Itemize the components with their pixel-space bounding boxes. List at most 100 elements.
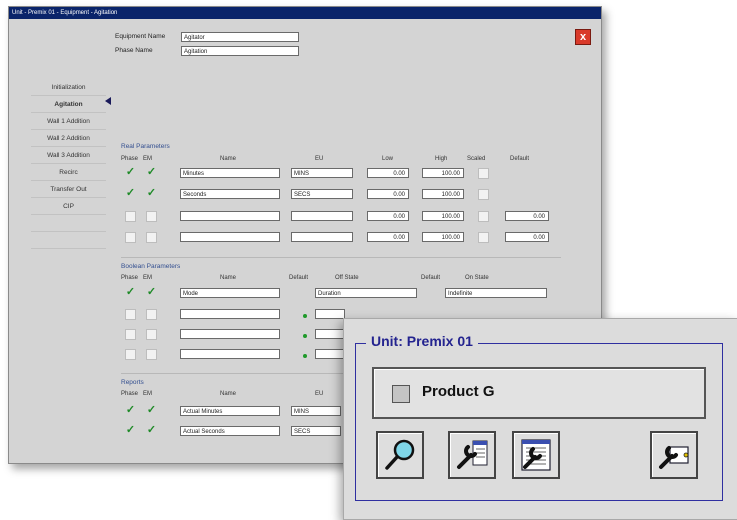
phase-checkbox[interactable] xyxy=(125,329,136,340)
nav-item-wall-1[interactable]: Wall 1 Addition xyxy=(31,113,106,130)
nav-item-recirc[interactable]: Recirc xyxy=(31,164,106,181)
magnifier-icon xyxy=(385,439,415,470)
col-em: EM xyxy=(143,391,152,397)
window-title: Unit - Premix 01 - Equipment - Agitation xyxy=(9,7,601,19)
em-check-icon[interactable]: ✓ xyxy=(146,287,157,298)
bool-params-title: Boolean Parameters xyxy=(121,263,181,270)
em-checkbox[interactable] xyxy=(146,309,157,320)
real-high-field[interactable]: 100.00 xyxy=(422,232,464,242)
phase-list-button[interactable] xyxy=(512,431,560,479)
em-checkbox[interactable] xyxy=(146,349,157,360)
device-config-button[interactable] xyxy=(650,431,698,479)
phase-check-icon[interactable]: ✓ xyxy=(125,425,136,436)
on-state-field[interactable]: Indefinite xyxy=(445,288,547,298)
col-em: EM xyxy=(143,156,152,162)
bool-name-field[interactable] xyxy=(180,329,280,339)
col-high: High xyxy=(435,156,448,162)
col-default-2: Default xyxy=(421,275,441,281)
equipment-config-button[interactable] xyxy=(448,431,496,479)
phase-check-icon[interactable]: ✓ xyxy=(125,167,136,178)
phase-nav-list: Initialization Agitation Wall 1 Addition… xyxy=(31,79,106,249)
report-eu-field[interactable]: MINS xyxy=(291,406,341,416)
nav-item-empty xyxy=(31,215,106,232)
em-checkbox[interactable] xyxy=(146,211,157,222)
col-eu: EU xyxy=(315,156,324,162)
nav-item-empty xyxy=(31,232,106,249)
scaled-checkbox[interactable] xyxy=(478,232,489,243)
em-check-icon[interactable]: ✓ xyxy=(146,405,157,416)
col-name: Name xyxy=(220,391,237,397)
real-default-field[interactable]: 0.00 xyxy=(505,232,549,242)
default-radio[interactable] xyxy=(303,314,307,318)
off-state-field[interactable] xyxy=(315,309,345,319)
reports-title: Reports xyxy=(121,379,144,386)
em-checkbox[interactable] xyxy=(146,232,157,243)
real-high-field[interactable]: 100.00 xyxy=(422,168,464,178)
real-name-field[interactable] xyxy=(180,232,280,242)
col-phase: Phase xyxy=(121,275,139,281)
phase-check-icon[interactable]: ✓ xyxy=(125,188,136,199)
real-eu-field[interactable] xyxy=(291,211,353,221)
phase-name-field[interactable]: Agitation xyxy=(181,46,299,56)
real-eu-field[interactable] xyxy=(291,232,353,242)
col-low: Low xyxy=(382,156,394,162)
phase-checkbox[interactable] xyxy=(125,309,136,320)
off-state-field[interactable]: Duration xyxy=(315,288,417,298)
real-low-field[interactable]: 0.00 xyxy=(367,189,409,199)
wrench-device-icon xyxy=(659,446,689,469)
selected-arrow-icon xyxy=(105,97,111,105)
default-radio[interactable] xyxy=(303,354,307,358)
real-eu-field[interactable]: MINS xyxy=(291,168,353,178)
real-name-field[interactable]: Seconds xyxy=(180,189,280,199)
scaled-checkbox[interactable] xyxy=(478,168,489,179)
scaled-checkbox[interactable] xyxy=(478,211,489,222)
wrench-config-icon xyxy=(457,440,488,469)
off-state-field[interactable] xyxy=(315,349,345,359)
report-name-field[interactable]: Actual Seconds xyxy=(180,426,280,436)
bool-name-field[interactable]: Mode xyxy=(180,288,280,298)
magnifier-button[interactable] xyxy=(376,431,424,479)
col-phase: Phase xyxy=(121,391,139,397)
nav-item-transfer-out[interactable]: Transfer Out xyxy=(31,181,106,198)
phase-check-icon[interactable]: ✓ xyxy=(125,287,136,298)
real-low-field[interactable]: 0.00 xyxy=(367,232,409,242)
product-button[interactable]: Product G xyxy=(372,367,706,419)
real-name-field[interactable]: Minutes xyxy=(180,168,280,178)
em-checkbox[interactable] xyxy=(146,329,157,340)
nav-item-cip[interactable]: CIP xyxy=(31,198,106,215)
off-state-field[interactable] xyxy=(315,329,345,339)
real-name-field[interactable] xyxy=(180,211,280,221)
bool-name-field[interactable] xyxy=(180,309,280,319)
col-off-state: Off State xyxy=(335,275,359,281)
unit-title: Unit: Premix 01 xyxy=(366,333,478,349)
scaled-checkbox[interactable] xyxy=(478,189,489,200)
real-low-field[interactable]: 0.00 xyxy=(367,211,409,221)
default-radio[interactable] xyxy=(303,334,307,338)
real-high-field[interactable]: 100.00 xyxy=(422,189,464,199)
product-status-icon xyxy=(392,385,410,403)
real-low-field[interactable]: 0.00 xyxy=(367,168,409,178)
report-eu-field[interactable]: SECS xyxy=(291,426,341,436)
nav-item-wall-3[interactable]: Wall 3 Addition xyxy=(31,147,106,164)
phase-checkbox[interactable] xyxy=(125,211,136,222)
phase-checkbox[interactable] xyxy=(125,232,136,243)
equipment-name-label: Equipment Name xyxy=(115,33,166,40)
nav-item-wall-2[interactable]: Wall 2 Addition xyxy=(31,130,106,147)
em-check-icon[interactable]: ✓ xyxy=(146,188,157,199)
real-default-field[interactable]: 0.00 xyxy=(505,211,549,221)
real-high-field[interactable]: 100.00 xyxy=(422,211,464,221)
real-eu-field[interactable]: SECS xyxy=(291,189,353,199)
equipment-name-field[interactable]: Agitator xyxy=(181,32,299,42)
nav-item-initialization[interactable]: Initialization xyxy=(31,79,106,96)
em-check-icon[interactable]: ✓ xyxy=(146,425,157,436)
phase-checkbox[interactable] xyxy=(125,349,136,360)
col-on-state: On State xyxy=(465,275,489,281)
close-button[interactable]: x xyxy=(575,29,591,45)
bool-name-field[interactable] xyxy=(180,349,280,359)
nav-item-agitation[interactable]: Agitation xyxy=(31,96,106,113)
phase-name-label: Phase Name xyxy=(115,47,153,54)
report-name-field[interactable]: Actual Minutes xyxy=(180,406,280,416)
phase-check-icon[interactable]: ✓ xyxy=(125,405,136,416)
em-check-icon[interactable]: ✓ xyxy=(146,167,157,178)
col-phase: Phase xyxy=(121,156,139,162)
